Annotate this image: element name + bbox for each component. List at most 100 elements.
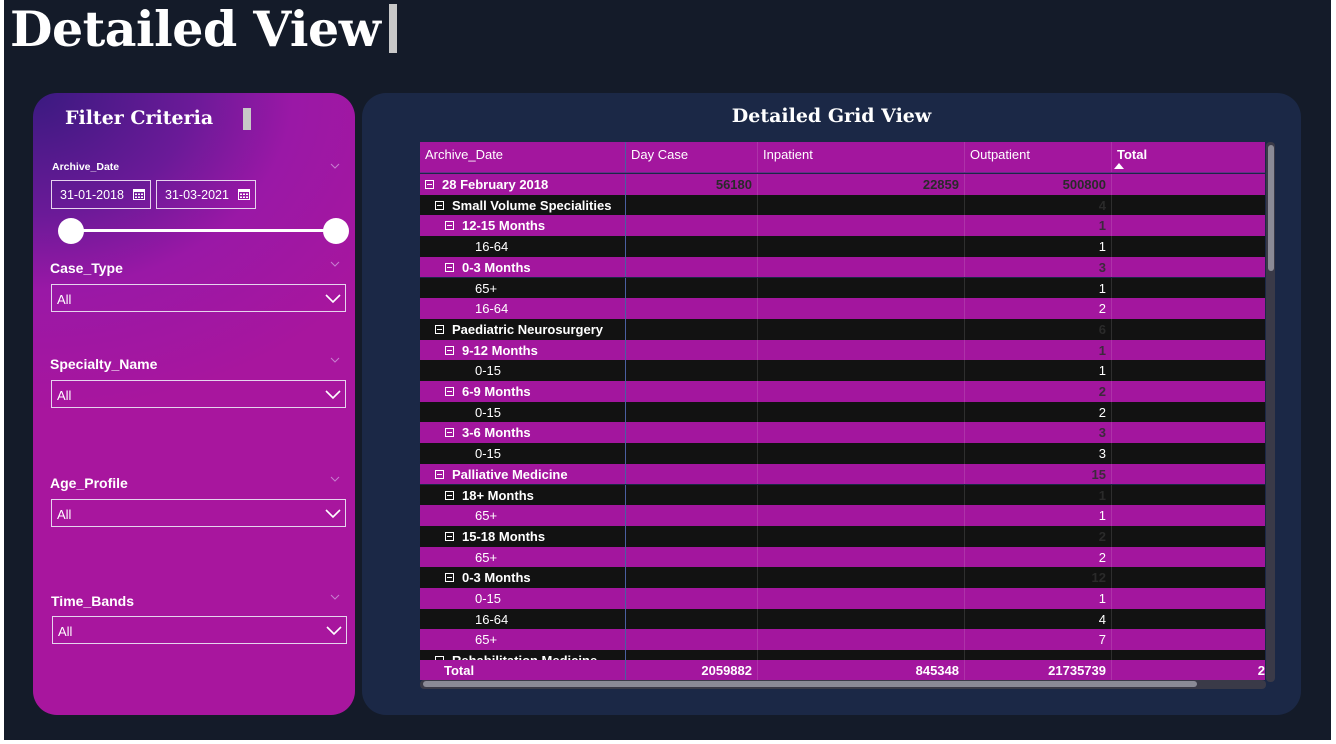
total-inpatient: 845348	[758, 660, 965, 680]
cell-day-case	[626, 277, 758, 299]
column-header-total[interactable]: Total	[1112, 142, 1265, 172]
archive-date-label: Archive_Date	[52, 161, 120, 173]
collapse-toggle-icon[interactable]	[445, 428, 454, 438]
age-profile-collapse-chevron-icon[interactable]	[330, 474, 340, 484]
cell-outpatient: 4	[965, 608, 1112, 630]
row-label-cell: Small Volume Specialities	[420, 194, 626, 216]
table-row: 0-15 1	[420, 360, 1265, 381]
time-bands-label: Time_Bands	[51, 593, 134, 609]
age-profile-dropdown[interactable]: All	[51, 499, 346, 527]
collapse-toggle-icon[interactable]	[435, 200, 444, 210]
row-label: 12-15 Months	[462, 218, 546, 234]
archive-date-start-input[interactable]: 31-01-2018	[51, 180, 151, 209]
case-type-collapse-chevron-icon[interactable]	[330, 259, 340, 269]
cell-day-case	[626, 608, 758, 630]
calendar-icon[interactable]	[238, 188, 250, 200]
cell-total	[1112, 340, 1265, 361]
time-bands-collapse-chevron-icon[interactable]	[330, 592, 340, 602]
filter-title-accent-bar	[243, 108, 251, 130]
cell-total	[1112, 257, 1265, 278]
cell-inpatient	[758, 339, 965, 361]
cell-inpatient	[758, 318, 965, 340]
row-label: 65+	[475, 549, 498, 565]
cell-outpatient: 1	[965, 484, 1112, 506]
collapse-toggle-icon[interactable]	[425, 180, 434, 190]
row-label-cell: 6-9 Months	[420, 381, 626, 402]
cell-day-case	[626, 318, 758, 340]
row-label-cell: 0-15	[420, 360, 626, 381]
cell-total	[1112, 547, 1265, 568]
row-label: 0-15	[475, 446, 502, 462]
total-row-label: Total	[420, 660, 626, 680]
table-row: 65+ 1	[420, 505, 1265, 526]
cell-day-case	[626, 525, 758, 547]
cell-day-case	[626, 339, 758, 361]
cell-day-case	[626, 194, 758, 216]
cell-outpatient: 2	[965, 381, 1112, 402]
collapse-toggle-icon[interactable]	[435, 324, 444, 334]
collapse-toggle-icon[interactable]	[445, 531, 454, 541]
table-row: 0-3 Months 12	[420, 567, 1265, 588]
cell-day-case	[626, 588, 758, 609]
row-label-cell: Paediatric Neurosurgery	[420, 318, 626, 340]
cell-total	[1112, 505, 1265, 526]
specialty-name-collapse-chevron-icon[interactable]	[330, 355, 340, 365]
row-label: 16-64	[475, 301, 509, 317]
total-day-case: 2059882	[626, 660, 758, 680]
collapse-toggle-icon[interactable]	[445, 262, 454, 272]
table-row: 15-18 Months 2	[420, 525, 1265, 547]
row-label-cell: 3-6 Months	[420, 422, 626, 444]
cell-outpatient: 3	[965, 443, 1112, 464]
row-label-cell: 65+	[420, 277, 626, 299]
archive-date-collapse-chevron-icon[interactable]	[330, 161, 340, 171]
collapse-toggle-icon[interactable]	[445, 387, 454, 397]
cell-outpatient: 4	[965, 194, 1112, 216]
case-type-selected-value: All	[57, 292, 72, 307]
calendar-icon[interactable]	[133, 188, 145, 200]
row-label-cell: 65+	[420, 629, 626, 651]
cell-total	[1112, 485, 1265, 506]
time-bands-dropdown[interactable]: All	[52, 616, 347, 644]
archive-date-start-value: 31-01-2018	[60, 188, 124, 202]
row-label-cell: 0-15	[420, 401, 626, 423]
date-range-slider-end-handle[interactable]	[323, 218, 349, 244]
collapse-toggle-icon[interactable]	[445, 345, 454, 355]
table-row: 16-64 1	[420, 236, 1265, 257]
archive-date-end-input[interactable]: 31-03-2021	[156, 180, 256, 209]
cell-outpatient: 7	[965, 629, 1112, 651]
specialty-name-selected-value: All	[57, 388, 72, 403]
specialty-name-dropdown[interactable]: All	[51, 380, 346, 408]
sort-ascending-icon	[1114, 163, 1124, 169]
chevron-down-icon	[326, 626, 342, 636]
cell-day-case	[626, 215, 758, 237]
date-range-slider-start-handle[interactable]	[58, 218, 84, 244]
cell-day-case	[626, 381, 758, 402]
chevron-down-icon	[325, 294, 341, 304]
vertical-scrollbar-thumb[interactable]	[1268, 145, 1274, 271]
cell-day-case	[626, 629, 758, 651]
date-range-slider-track[interactable]	[70, 229, 332, 232]
table-row: 3-6 Months 3	[420, 422, 1265, 444]
horizontal-scrollbar-thumb[interactable]	[423, 681, 1197, 687]
row-label-cell: 15-18 Months	[420, 525, 626, 547]
cell-day-case	[626, 546, 758, 568]
row-label-cell: Palliative Medicine	[420, 463, 626, 485]
column-header-archive-date[interactable]: Archive_Date	[420, 142, 626, 172]
collapse-toggle-icon[interactable]	[445, 221, 454, 231]
specialty-name-label: Specialty_Name	[50, 356, 158, 372]
collapse-toggle-icon[interactable]	[445, 573, 454, 583]
filter-panel: Filter Criteria Archive_Date 31-01-2018 …	[33, 93, 355, 715]
row-label: 0-3 Months	[462, 259, 531, 275]
table-row: Palliative Medicine 15	[420, 463, 1265, 485]
cell-inpatient: 22859	[758, 174, 965, 195]
cell-inpatient	[758, 463, 965, 485]
collapse-toggle-icon[interactable]	[445, 490, 454, 500]
column-header-day-case[interactable]: Day Case	[626, 142, 758, 172]
time-bands-selected-value: All	[58, 624, 73, 639]
cell-outpatient: 500800	[965, 174, 1112, 195]
case-type-dropdown[interactable]: All	[51, 284, 346, 312]
collapse-toggle-icon[interactable]	[435, 469, 444, 479]
cell-outpatient: 1	[965, 236, 1112, 257]
column-header-outpatient[interactable]: Outpatient	[965, 142, 1112, 172]
column-header-inpatient[interactable]: Inpatient	[758, 142, 965, 172]
